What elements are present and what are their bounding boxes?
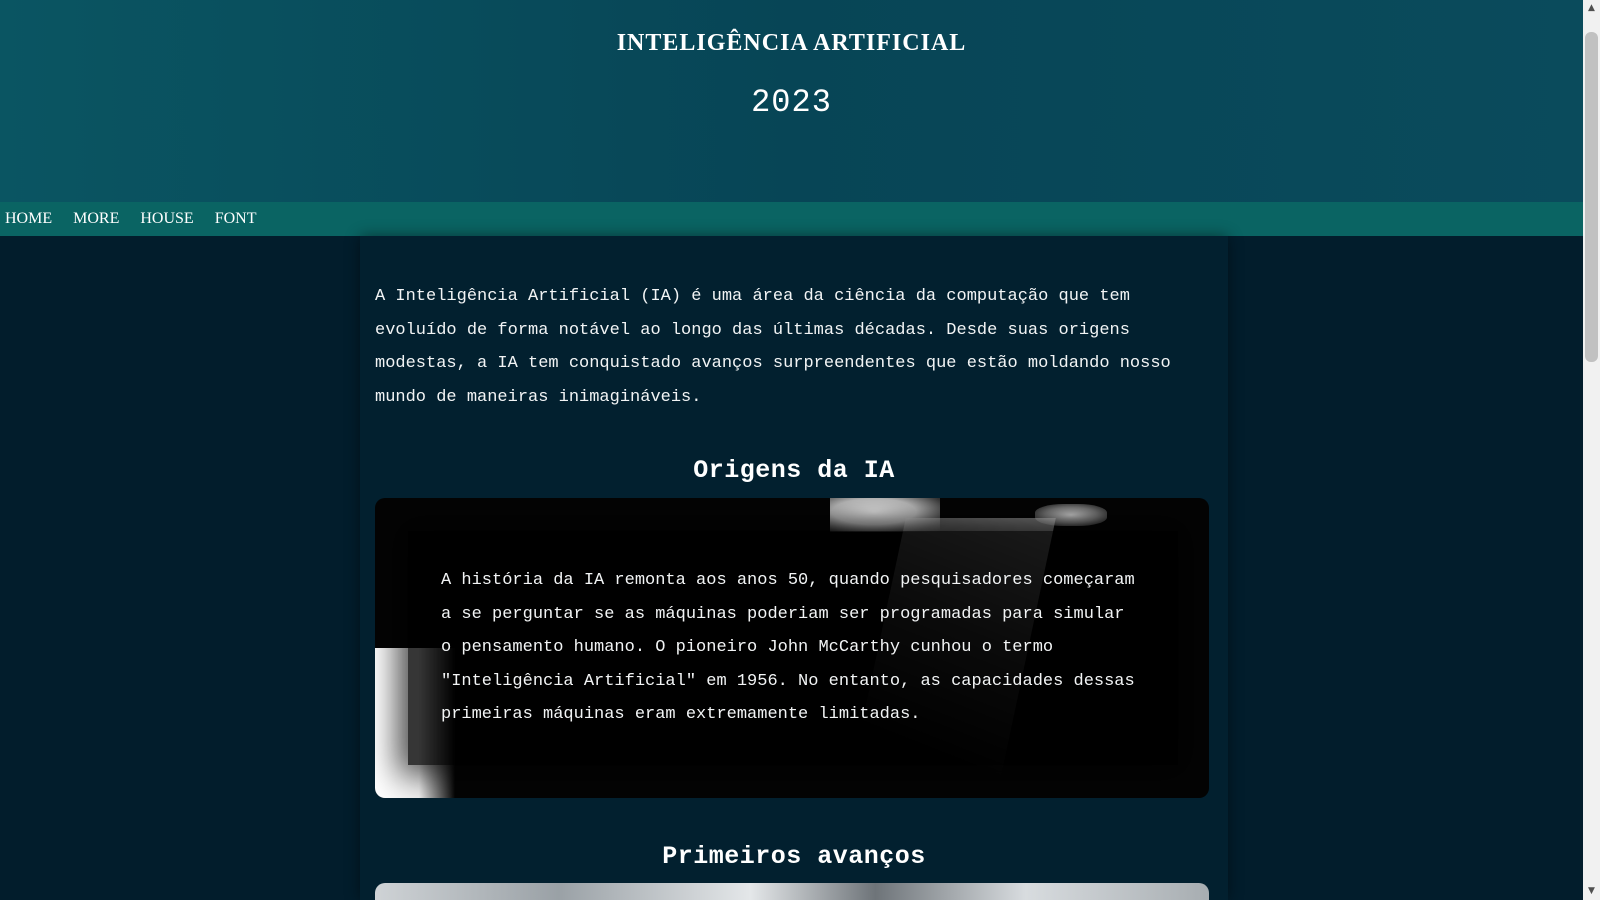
scroll-down-icon[interactable]: ▼ (1583, 883, 1600, 900)
main-nav: HOME MORE HOUSE FONT (0, 202, 1583, 236)
page: INTELIGÊNCIA ARTIFICIAL 2023 HOME MORE H… (0, 0, 1583, 900)
section-text-origens: A história da IA remonta aos anos 50, qu… (441, 571, 1135, 724)
scroll-thumb[interactable] (1585, 32, 1598, 362)
section-image-card-2 (375, 883, 1209, 900)
section-title-primeiros-avancos: Primeiros avanços (662, 842, 926, 871)
nav-item-house[interactable]: HOUSE (140, 210, 193, 228)
site-header: INTELIGÊNCIA ARTIFICIAL 2023 (0, 0, 1583, 202)
intro-paragraph: A Inteligência Artificial (IA) é uma áre… (375, 287, 1171, 407)
section-title-origens: Origens da IA (693, 456, 895, 485)
nav-item-home[interactable]: HOME (5, 210, 52, 228)
content-column: A Inteligência Artificial (IA) é uma áre… (360, 236, 1228, 900)
site-title: INTELIGÊNCIA ARTIFICIAL (616, 30, 967, 56)
section-image-card: A história da IA remonta aos anos 50, qu… (375, 498, 1209, 798)
vertical-scrollbar[interactable]: ▲ ▼ (1583, 0, 1600, 900)
site-year: 2023 (751, 84, 832, 121)
nav-item-font[interactable]: FONT (215, 210, 257, 228)
nav-item-more[interactable]: MORE (73, 210, 119, 228)
scroll-up-icon[interactable]: ▲ (1583, 0, 1600, 17)
